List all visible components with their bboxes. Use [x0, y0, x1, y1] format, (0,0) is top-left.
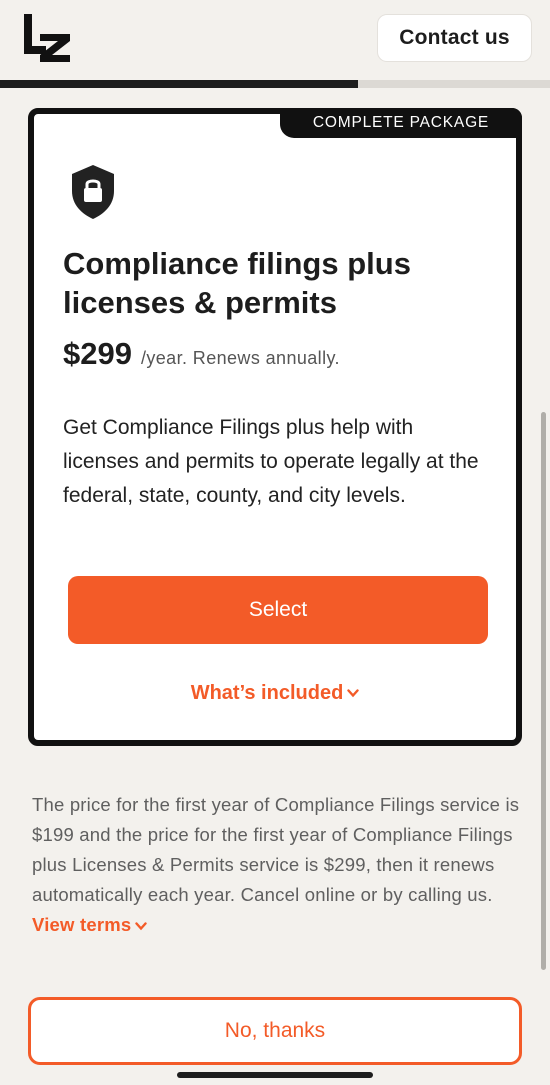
plan-price: $299 [63, 336, 132, 371]
home-indicator [177, 1072, 373, 1078]
progress-bar [0, 80, 550, 88]
price-note: /year. Renews annually. [140, 348, 340, 368]
plan-title: Compliance filings plus licenses & permi… [63, 246, 411, 320]
whats-included-link[interactable]: What’s included [34, 682, 516, 705]
disclaimer-text: The price for the first year of Complian… [32, 794, 520, 905]
price-row: $299 /year. Renews annually. [63, 336, 340, 372]
plan-description: Get Compliance Filings plus help with li… [63, 416, 479, 507]
plan-badge: COMPLETE PACKAGE [280, 108, 522, 138]
whats-included-label: What’s included [190, 682, 344, 704]
contact-us-button[interactable]: Contact us [377, 14, 532, 62]
chevron-down-icon [347, 689, 359, 698]
lz-logo[interactable] [22, 14, 72, 62]
view-terms-link[interactable]: View terms [32, 914, 148, 935]
pricing-disclaimer: The price for the first year of Complian… [32, 790, 522, 940]
header: Contact us [0, 0, 550, 80]
view-terms-label: View terms [32, 914, 132, 935]
shield-lock-icon [72, 165, 114, 219]
no-thanks-button[interactable]: No, thanks [28, 997, 522, 1065]
select-button[interactable]: Select [68, 576, 488, 644]
plan-card: COMPLETE PACKAGE Compliance filings plus… [28, 108, 522, 746]
scrollbar[interactable] [541, 412, 546, 970]
progress-bar-fill [0, 80, 358, 88]
chevron-down-icon [135, 921, 148, 930]
